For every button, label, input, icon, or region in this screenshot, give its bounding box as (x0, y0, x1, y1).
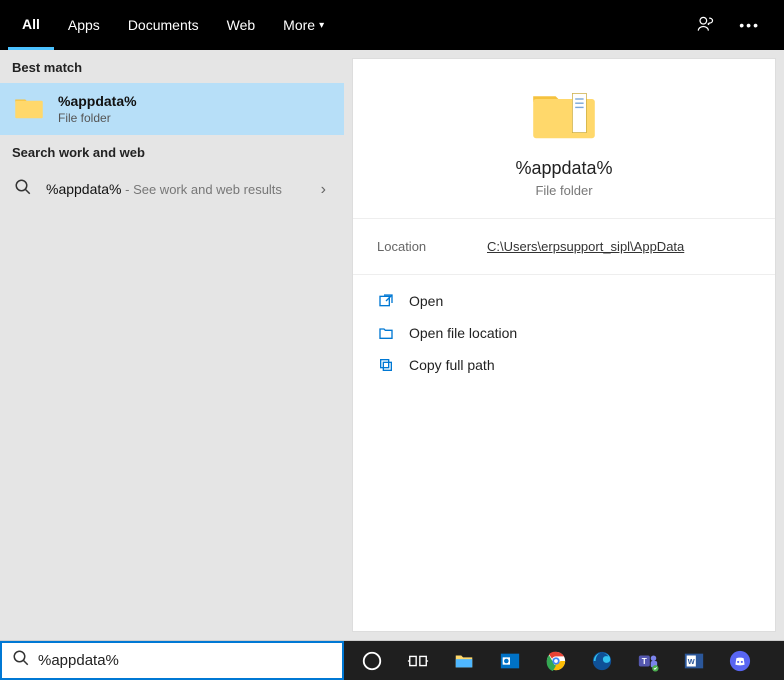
svg-text:T: T (642, 656, 647, 665)
action-copy-path[interactable]: Copy full path (371, 349, 757, 381)
preview-pane: %appdata% File folder Location C:\Users\… (352, 58, 776, 632)
chevron-right-icon: › (321, 181, 326, 199)
tab-documents[interactable]: Documents (114, 0, 213, 50)
action-open[interactable]: Open (371, 285, 757, 317)
web-result-label: %appdata% (46, 181, 122, 197)
open-icon (377, 293, 395, 309)
taskbar-icons: T W (344, 641, 784, 680)
preview-title: %appdata% (353, 158, 775, 179)
action-label: Copy full path (409, 357, 495, 373)
copy-icon (377, 357, 395, 373)
folder-open-icon (377, 325, 395, 341)
web-search-result[interactable]: %appdata% - See work and web results › (0, 168, 344, 211)
folder-icon (14, 94, 44, 125)
location-label: Location (377, 239, 487, 254)
search-icon (14, 178, 32, 201)
action-label: Open (409, 293, 443, 309)
feedback-icon[interactable] (695, 14, 715, 37)
tab-all[interactable]: All (8, 0, 54, 50)
results-pane: Best match %appdata% File folder Search … (0, 50, 344, 640)
tab-more-label: More (283, 17, 315, 33)
best-match-result[interactable]: %appdata% File folder (0, 83, 344, 135)
chevron-down-icon: ▾ (319, 20, 324, 31)
action-label: Open file location (409, 325, 517, 341)
work-web-header: Search work and web (0, 135, 344, 168)
cortana-icon[interactable] (350, 641, 394, 680)
tab-web[interactable]: Web (213, 0, 270, 50)
taskbar: T W (0, 640, 784, 680)
tab-apps[interactable]: Apps (54, 0, 114, 50)
result-subtitle: File folder (58, 111, 137, 125)
best-match-header: Best match (0, 50, 344, 83)
chrome-icon[interactable] (534, 641, 578, 680)
location-row: Location C:\Users\erpsupport_sipl\AppDat… (353, 219, 775, 275)
web-result-hint: - See work and web results (122, 182, 282, 197)
discord-icon[interactable] (718, 641, 762, 680)
search-filter-tabs: All Apps Documents Web More ▾ ••• (0, 0, 784, 50)
search-icon (12, 649, 30, 672)
preview-type: File folder (353, 183, 775, 198)
more-options-icon[interactable]: ••• (739, 17, 760, 33)
outlook-icon[interactable] (488, 641, 532, 680)
teams-icon[interactable]: T (626, 641, 670, 680)
action-open-location[interactable]: Open file location (371, 317, 757, 349)
svg-text:W: W (688, 656, 695, 665)
edge-icon[interactable] (580, 641, 624, 680)
location-path[interactable]: C:\Users\erpsupport_sipl\AppData (487, 239, 684, 254)
task-view-icon[interactable] (396, 641, 440, 680)
file-explorer-icon[interactable] (442, 641, 486, 680)
taskbar-search-box[interactable] (0, 641, 344, 680)
tab-more[interactable]: More ▾ (269, 0, 338, 50)
folder-icon (530, 128, 598, 145)
result-title: %appdata% (58, 93, 137, 109)
word-icon[interactable]: W (672, 641, 716, 680)
search-input[interactable] (38, 652, 332, 669)
